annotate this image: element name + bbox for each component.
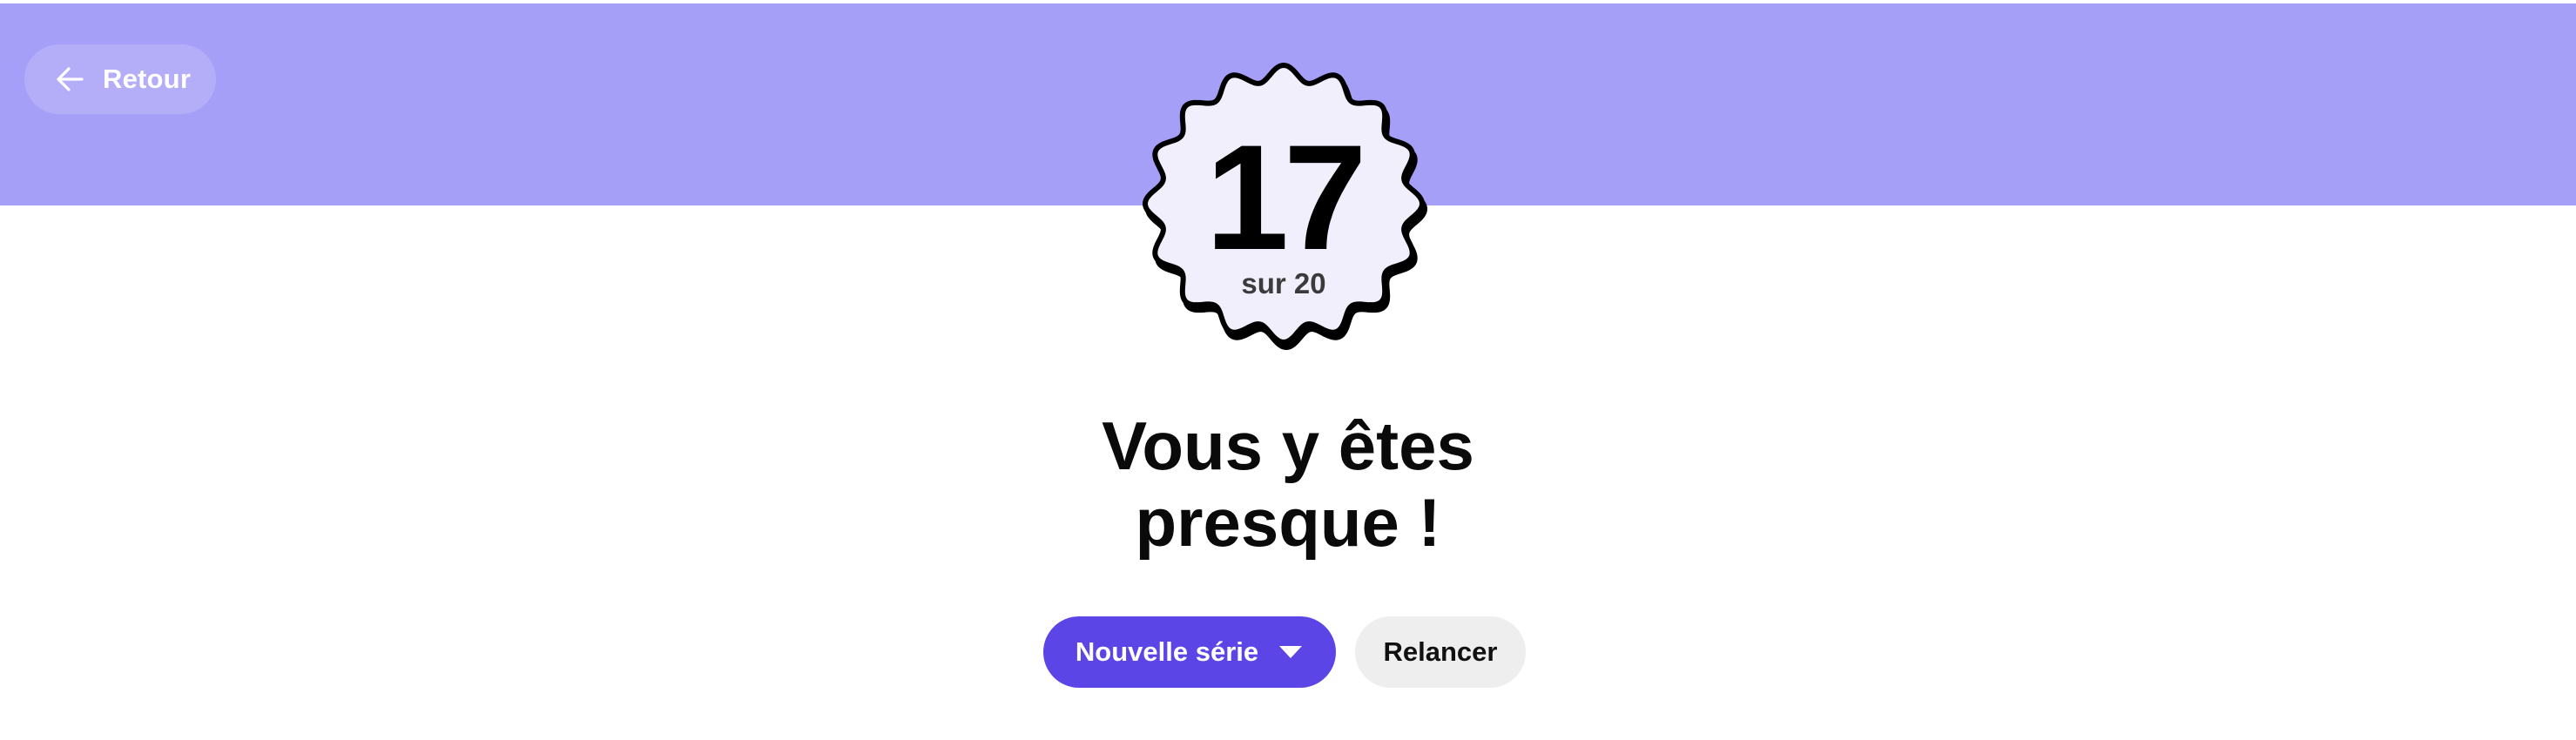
arrow-left-icon xyxy=(54,64,85,95)
caret-down-icon xyxy=(1278,643,1304,661)
result-actions: Nouvelle série Relancer xyxy=(1043,616,1526,688)
new-series-button[interactable]: Nouvelle série xyxy=(1043,616,1336,688)
result-headline: Vous y êtes presque ! xyxy=(853,407,1723,561)
retry-label: Relancer xyxy=(1383,636,1498,667)
back-button[interactable]: Retour xyxy=(24,44,216,114)
headline-line-2: presque ! xyxy=(1135,484,1441,561)
back-button-label: Retour xyxy=(103,64,192,94)
quiz-result-page: Retour 17 sur 20 Vous y êtes presque ! N… xyxy=(0,0,2576,740)
score-total: sur 20 xyxy=(1241,267,1326,299)
score-badge: 17 sur 20 xyxy=(1134,57,1433,366)
retry-button[interactable]: Relancer xyxy=(1355,616,1526,688)
new-series-label: Nouvelle série xyxy=(1075,636,1259,667)
score-value: 17 xyxy=(1205,114,1366,281)
headline-line-1: Vous y êtes xyxy=(1102,407,1474,484)
